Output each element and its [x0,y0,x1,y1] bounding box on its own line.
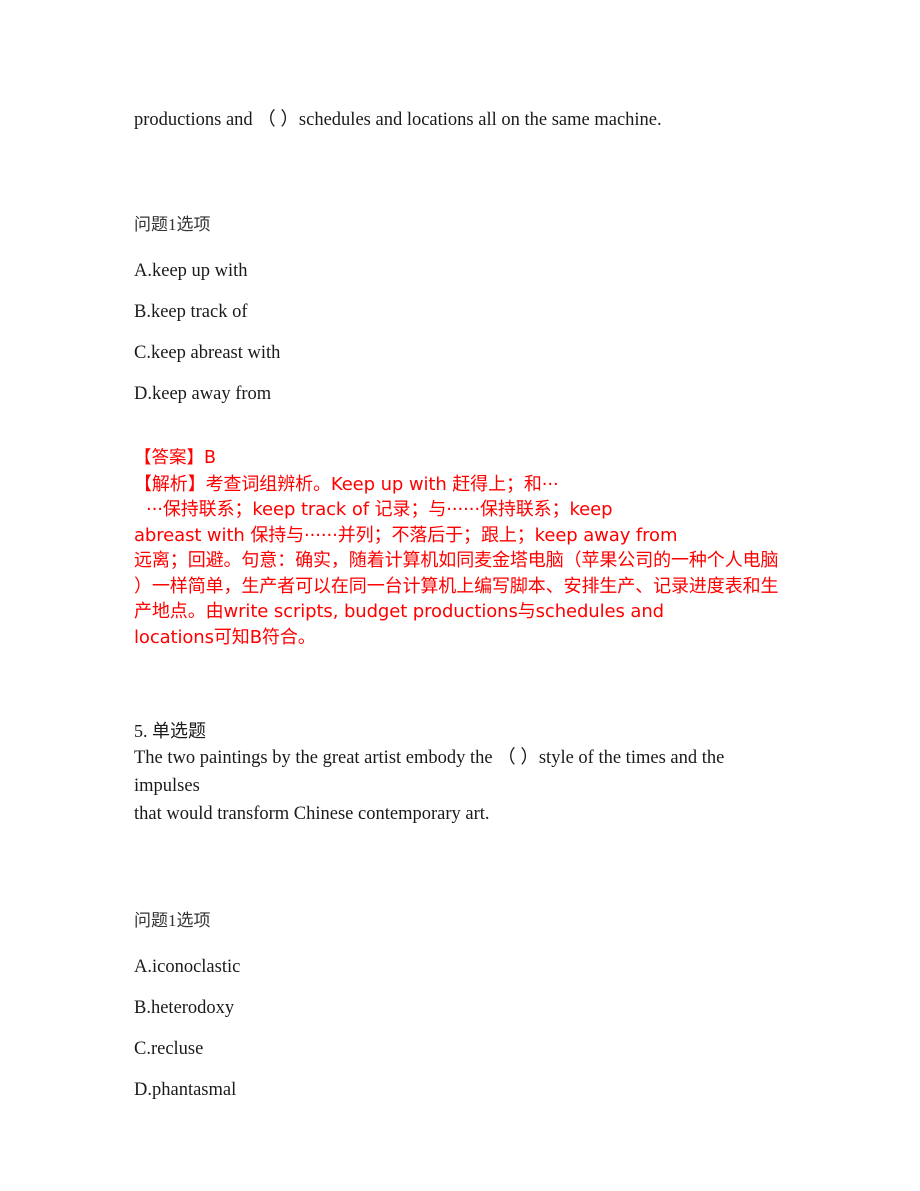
question4-explanation-line-6: 产地点。由write scripts, budget productions与s… [134,601,664,622]
question4-stem-tail: productions and （ ）schedules and locatio… [134,110,662,130]
question5-option-c[interactable]: C.recluse [134,1036,786,1062]
question4-option-d[interactable]: D.keep away from [134,381,786,407]
spacer-label-to-options [134,238,786,258]
document-content-column: productions and （ ）schedules and locatio… [134,0,786,1103]
spacer-option [134,1062,786,1077]
spacer-label-to-options [134,934,786,954]
question4-option-a[interactable]: A.keep up with [134,258,786,284]
question5-option-d[interactable]: D.phantasmal [134,1077,786,1103]
spacer-question5-to-label [134,828,786,908]
question4-explanation-line-4: 远离；回避。句意：确实，随着计算机如同麦金塔电脑（苹果公司的一种个人电脑 [134,550,779,571]
question5-number-and-type: 5. 单选题 [134,721,206,741]
question4-explanation-line-3: abreast with 保持与······并列；不落后于；跟上；keep aw… [134,524,678,546]
question4-option-c[interactable]: C.keep abreast with [134,340,786,366]
question4-answer-block: 【答案】B 【解析】考查词组辨析。Keep up with 赶得上；和··· ·… [134,446,786,650]
spacer-option [134,980,786,995]
spacer-option [134,1021,786,1036]
top-spacer [134,0,786,106]
spacer-options-to-answer [134,407,786,446]
spacer-option [134,366,786,381]
document-page: productions and （ ）schedules and locatio… [0,0,920,1191]
spacer-stem-to-label [134,134,786,212]
question5-stem-line2: that would transform Chinese contemporar… [134,804,490,824]
spacer-answer-to-question5 [134,650,786,718]
question4-explanation-line-1: 【解析】考查词组辨析。Keep up with 赶得上；和··· [134,473,559,495]
question4-explanation-line-5: ）一样简单，生产者可以在同一台计算机上编写脚本、安排生产、记录进度表和生 [134,575,779,597]
question4-explanation-line-2: ···保持联系；keep track of 记录；与······保持联系；kee… [146,499,613,520]
question5-option-a[interactable]: A.iconoclastic [134,954,786,980]
question4-options-label: 问题1选项 [134,215,211,234]
question4-explanation-line-7: locations可知B符合。 [134,626,316,648]
question4-option-b[interactable]: B.keep track of [134,299,786,325]
question5-option-b[interactable]: B.heterodoxy [134,995,786,1021]
spacer-option [134,325,786,340]
question4-answer-line: 【答案】B [134,448,217,468]
spacer-option [134,284,786,299]
question5-options-label: 问题1选项 [134,911,211,930]
question5-stem-line1: The two paintings by the great artist em… [134,748,729,796]
